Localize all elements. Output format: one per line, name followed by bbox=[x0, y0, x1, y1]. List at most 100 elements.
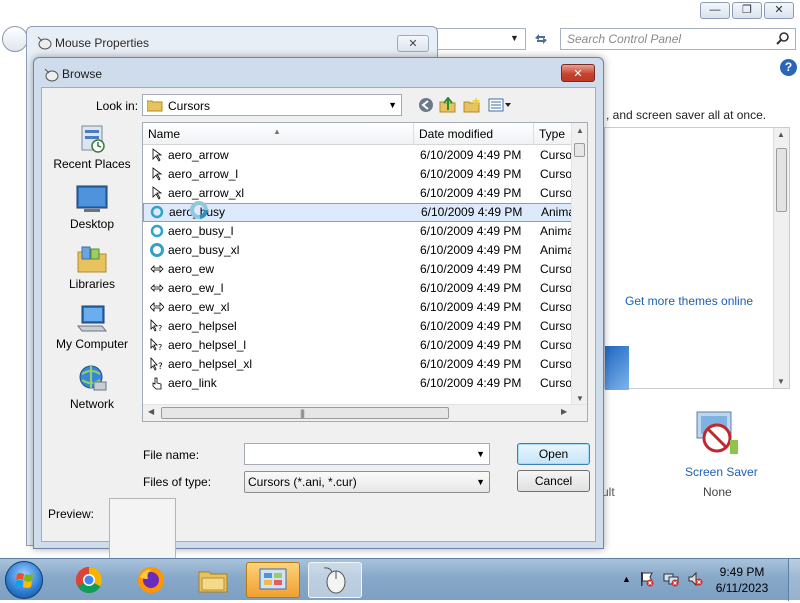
new-folder-button[interactable] bbox=[462, 96, 482, 114]
link-cursor-icon bbox=[152, 377, 162, 390]
clock-time: 9:49 PM bbox=[719, 565, 765, 579]
busy-cursor-icon bbox=[150, 224, 164, 238]
show-desktop-button[interactable] bbox=[788, 559, 800, 601]
file-date: 6/10/2009 4:49 PM bbox=[420, 376, 522, 390]
file-row[interactable]: aero_busy_xl 6/10/2009 4:49 PM Animated bbox=[143, 241, 576, 260]
open-button[interactable]: Open bbox=[517, 443, 590, 465]
file-date: 6/10/2009 4:49 PM bbox=[421, 205, 523, 219]
place-label: Recent Places bbox=[53, 157, 131, 171]
screen-saver-icon[interactable] bbox=[692, 410, 742, 460]
file-row[interactable]: ? aero_helpsel_xl 6/10/2009 4:49 PM Curs… bbox=[143, 355, 576, 374]
column-header-name[interactable]: Name ▲ bbox=[143, 123, 414, 145]
file-date: 6/10/2009 4:49 PM bbox=[420, 148, 522, 162]
scroll-thumb[interactable] bbox=[776, 148, 787, 212]
file-list[interactable]: Name ▲ Date modified Type aero_arrow 6/1… bbox=[142, 122, 588, 422]
clock-date: 6/11/2023 bbox=[715, 581, 769, 595]
file-row[interactable]: ? aero_helpsel_l 6/10/2009 4:49 PM Curso… bbox=[143, 336, 576, 355]
scroll-right-icon[interactable]: ▶ bbox=[561, 407, 567, 416]
scroll-up-icon[interactable]: ▲ bbox=[777, 130, 785, 139]
scroll-down-icon[interactable]: ▼ bbox=[576, 394, 584, 403]
file-date: 6/10/2009 4:49 PM bbox=[420, 243, 522, 257]
file-row[interactable]: aero_ew_xl 6/10/2009 4:49 PM Cursor bbox=[143, 298, 576, 317]
chevron-down-icon[interactable]: ▼ bbox=[510, 33, 519, 43]
back-button[interactable] bbox=[416, 96, 436, 114]
search-box[interactable]: Search Control Panel bbox=[560, 28, 796, 50]
dialog-body: Look in: Cursors ▼ Recent Places Desktop… bbox=[41, 87, 596, 568]
control-panel-caption-buttons: — ❐ ✕ bbox=[700, 2, 794, 19]
files-of-type-label: Files of type: bbox=[143, 475, 212, 489]
taskbar-firefox[interactable] bbox=[124, 562, 178, 598]
file-name-input[interactable]: ▼ bbox=[244, 443, 490, 465]
screen-saver-link[interactable]: Screen Saver bbox=[685, 465, 758, 479]
taskbar-mouse-properties[interactable] bbox=[308, 562, 362, 598]
file-row[interactable]: aero_arrow_l 6/10/2009 4:49 PM Cursor bbox=[143, 165, 576, 184]
taskbar-file-explorer[interactable] bbox=[186, 562, 240, 598]
taskbar-chrome[interactable] bbox=[62, 562, 116, 598]
file-row[interactable]: ? aero_helpsel 6/10/2009 4:49 PM Cursor bbox=[143, 317, 576, 336]
system-tray: ▲ bbox=[622, 571, 703, 587]
place-recent-places[interactable]: Recent Places bbox=[49, 124, 135, 180]
look-in-label: Look in: bbox=[96, 99, 139, 113]
get-more-themes-link[interactable]: Get more themes online bbox=[625, 294, 753, 308]
dialog-title: Browse bbox=[62, 67, 103, 81]
cancel-button[interactable]: Cancel bbox=[517, 470, 590, 492]
file-name: aero_busy_l bbox=[168, 224, 234, 238]
view-menu-button[interactable] bbox=[486, 96, 514, 114]
up-folder-button[interactable] bbox=[438, 96, 458, 114]
browse-dialog: Browse ✕ Look in: Cursors ▼ Recent Place… bbox=[33, 57, 604, 568]
taskbar-control-panel[interactable] bbox=[246, 562, 300, 598]
busy-mouse-pointer-icon bbox=[190, 201, 208, 219]
close-button[interactable]: ✕ bbox=[561, 64, 595, 82]
action-center-flag-icon[interactable] bbox=[639, 571, 655, 587]
minimize-button[interactable]: — bbox=[700, 2, 730, 19]
network-icon bbox=[79, 365, 107, 391]
control-panel-icon bbox=[259, 568, 287, 590]
close-button[interactable]: ✕ bbox=[764, 2, 794, 19]
place-my-computer[interactable]: My Computer bbox=[49, 304, 135, 360]
column-date-label: Date modified bbox=[419, 127, 494, 141]
file-row[interactable]: aero_ew 6/10/2009 4:49 PM Cursor bbox=[143, 260, 576, 279]
file-name: aero_arrow bbox=[168, 148, 229, 162]
files-of-type-dropdown[interactable]: Cursors (*.ani, *.cur) ▼ bbox=[244, 471, 490, 493]
scroll-thumb[interactable] bbox=[574, 143, 585, 157]
column-header-type[interactable]: Type bbox=[534, 123, 574, 145]
file-row[interactable]: aero_arrow 6/10/2009 4:49 PM Cursor bbox=[143, 146, 576, 165]
search-icon[interactable] bbox=[775, 31, 791, 47]
scroll-up-icon[interactable]: ▲ bbox=[576, 126, 584, 135]
file-name: aero_ew_xl bbox=[168, 300, 230, 314]
scroll-down-icon[interactable]: ▼ bbox=[777, 377, 785, 386]
place-network[interactable]: Network bbox=[49, 364, 135, 420]
file-row[interactable]: aero_ew_l 6/10/2009 4:49 PM Cursor bbox=[143, 279, 576, 298]
file-list-header: Name ▲ Date modified Type bbox=[143, 123, 574, 145]
file-list-horizontal-scrollbar[interactable]: ◀ ||| ▶ bbox=[143, 404, 587, 421]
chevron-down-icon[interactable]: ▼ bbox=[476, 449, 485, 459]
start-button[interactable] bbox=[5, 561, 43, 599]
file-row[interactable]: aero_link 6/10/2009 4:49 PM Cursor bbox=[143, 374, 576, 393]
help-icon[interactable]: ? bbox=[780, 59, 797, 76]
file-list-vertical-scrollbar[interactable]: ▲ ▼ bbox=[571, 123, 587, 406]
place-libraries[interactable]: Libraries bbox=[49, 244, 135, 300]
scroll-left-icon[interactable]: ◀ bbox=[148, 407, 154, 416]
restore-button[interactable]: ❐ bbox=[732, 2, 762, 19]
close-button[interactable]: ✕ bbox=[397, 35, 429, 52]
theme-thumbnail[interactable] bbox=[605, 346, 629, 390]
place-label: Desktop bbox=[69, 217, 115, 231]
refresh-icon bbox=[535, 34, 547, 44]
look-in-dropdown[interactable]: Cursors ▼ bbox=[142, 94, 402, 116]
place-desktop[interactable]: Desktop bbox=[49, 184, 135, 240]
scroll-thumb[interactable]: ||| bbox=[161, 407, 449, 419]
system-clock[interactable]: 9:49 PM 6/11/2023 bbox=[700, 564, 784, 596]
horizontal-resize-cursor-icon bbox=[150, 302, 164, 312]
file-row[interactable]: aero_busy_l 6/10/2009 4:49 PM Animated bbox=[143, 222, 576, 241]
themes-scrollbar[interactable]: ▲ ▼ bbox=[773, 128, 789, 388]
search-placeholder: Search Control Panel bbox=[567, 32, 682, 46]
show-hidden-icons-icon[interactable]: ▲ bbox=[622, 574, 631, 584]
refresh-button[interactable] bbox=[528, 28, 554, 50]
arrow-cursor-icon bbox=[152, 167, 163, 181]
themes-panel: Get more themes online ▲ ▼ bbox=[604, 127, 790, 390]
back-button[interactable] bbox=[2, 26, 28, 52]
network-status-icon[interactable] bbox=[663, 571, 679, 587]
taskbar: ▲ 9:49 PM 6/11/2023 bbox=[0, 558, 800, 601]
column-header-date[interactable]: Date modified bbox=[414, 123, 534, 145]
personalization-description: , and screen saver all at once. bbox=[606, 108, 767, 122]
